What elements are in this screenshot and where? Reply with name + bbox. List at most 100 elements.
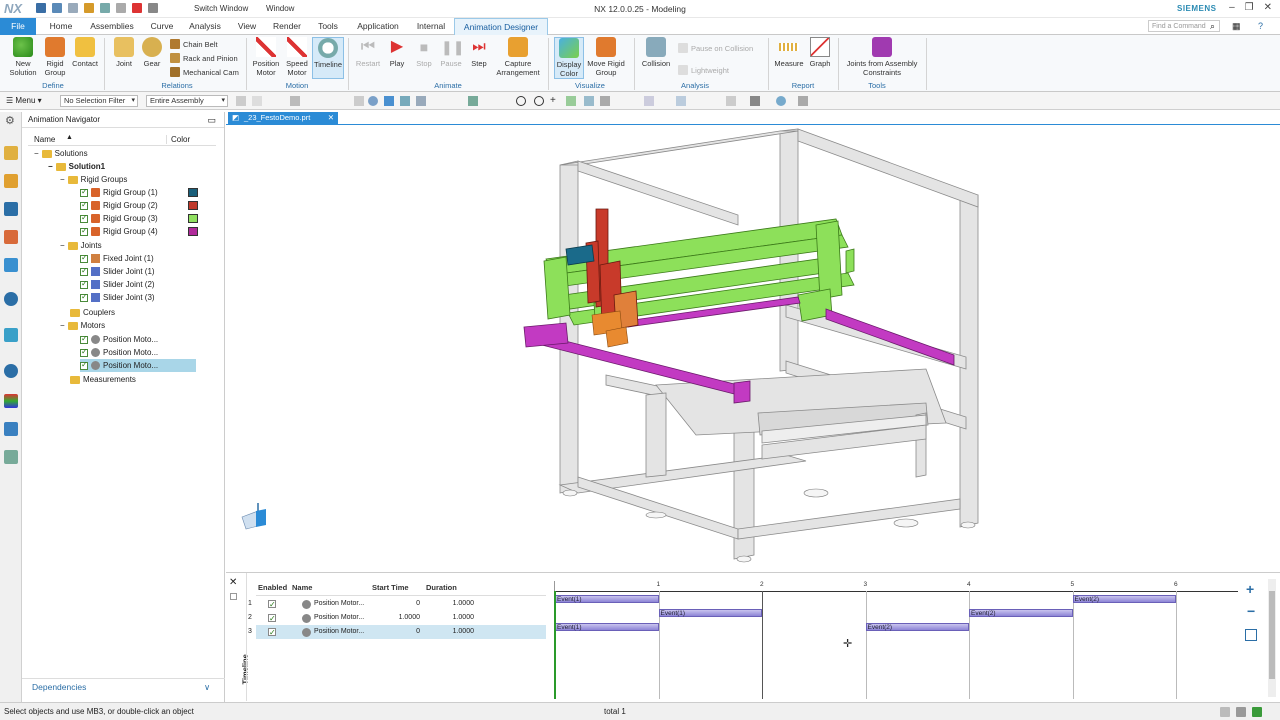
stop-button[interactable]: ■ Stop bbox=[412, 37, 436, 68]
collision-button[interactable]: Collision bbox=[640, 37, 672, 68]
checkbox[interactable] bbox=[80, 226, 88, 236]
tab-application[interactable]: Application bbox=[350, 18, 406, 35]
snap-point-icon[interactable] bbox=[400, 96, 410, 106]
play-icon[interactable] bbox=[132, 3, 142, 13]
timeline-scrollbar[interactable] bbox=[1268, 579, 1276, 697]
tab-home[interactable]: Home bbox=[42, 18, 80, 35]
close-icon[interactable]: ✕ bbox=[1264, 2, 1272, 13]
dependencies-panel[interactable]: Dependencies bbox=[32, 682, 211, 693]
tree-solutions[interactable]: − Solutions bbox=[34, 147, 88, 160]
tab-tools[interactable]: Tools bbox=[312, 18, 344, 35]
crosshair-icon[interactable]: + bbox=[550, 96, 560, 106]
selection-icon[interactable] bbox=[1220, 707, 1230, 717]
tree-joints[interactable]: − Joints bbox=[60, 239, 102, 252]
maximize-icon[interactable]: ▭ bbox=[207, 112, 216, 128]
selection-filter-dropdown[interactable]: No Selection Filter bbox=[60, 95, 138, 107]
enabled-checkbox[interactable] bbox=[268, 626, 276, 640]
measure-button[interactable]: Measure bbox=[772, 37, 806, 68]
tree-rigid-group-1[interactable]: Rigid Group (1) bbox=[80, 186, 158, 199]
file-tab[interactable]: File bbox=[0, 18, 36, 35]
part-navigator-icon[interactable] bbox=[4, 230, 18, 244]
line-icon[interactable] bbox=[416, 96, 426, 106]
step-button[interactable]: ⏭ Step bbox=[466, 37, 492, 68]
enabled-checkbox[interactable] bbox=[268, 598, 276, 612]
shaded-view-icon[interactable] bbox=[368, 96, 378, 106]
timeline-event[interactable]: Event(2) bbox=[1072, 595, 1176, 603]
color-swatch[interactable] bbox=[188, 188, 198, 197]
cube-view-icon[interactable] bbox=[384, 96, 394, 106]
clock-icon[interactable] bbox=[4, 364, 18, 378]
graphics-window[interactable] bbox=[226, 124, 1280, 570]
timeline-chart[interactable]: 123456 Event(1) Event(2) Event(1) Event(2) E… bbox=[554, 581, 1238, 699]
help-icon[interactable]: ? bbox=[1258, 21, 1263, 31]
zoom-in-icon[interactable]: + bbox=[1246, 581, 1254, 597]
checkbox[interactable] bbox=[80, 360, 88, 370]
update-icon[interactable] bbox=[1252, 707, 1262, 717]
tree-rigid-group-4[interactable]: Rigid Group (4) bbox=[80, 225, 158, 238]
gear-button[interactable]: Gear bbox=[140, 37, 164, 68]
menu-button[interactable]: ☰ Menu ▾ bbox=[6, 96, 42, 105]
system-scenes-icon[interactable] bbox=[4, 450, 18, 464]
tree-slider-joint-3[interactable]: Slider Joint (3) bbox=[80, 291, 155, 304]
display-mode-icon[interactable] bbox=[750, 96, 760, 106]
festo-gantry-model[interactable] bbox=[226, 125, 1280, 571]
color-swatch[interactable] bbox=[188, 227, 198, 236]
grid-icon[interactable] bbox=[726, 96, 736, 106]
chain-belt-button[interactable]: Chain Belt bbox=[170, 39, 218, 49]
undo-icon[interactable] bbox=[52, 3, 62, 13]
minimize-icon[interactable]: – bbox=[1229, 2, 1235, 13]
redo-icon[interactable] bbox=[68, 3, 78, 13]
tree-slider-joint-1[interactable]: Slider Joint (1) bbox=[80, 265, 155, 278]
header-start-time[interactable]: Start Time bbox=[372, 581, 409, 595]
tree-fixed-joint-1[interactable]: Fixed Joint (1) bbox=[80, 252, 154, 265]
document-tab[interactable]: ◩ _23_FestoDemo.prt ✕ bbox=[228, 112, 338, 124]
circle-icon[interactable] bbox=[534, 96, 544, 106]
tab-internal[interactable]: Internal bbox=[410, 18, 452, 35]
tree-solution1[interactable]: − Solution1 bbox=[48, 160, 105, 173]
more-icon[interactable] bbox=[798, 96, 808, 106]
checkbox[interactable] bbox=[80, 347, 88, 357]
joint-button[interactable]: Joint bbox=[112, 37, 136, 68]
collapse-icon[interactable]: − bbox=[60, 241, 65, 250]
collapse-icon[interactable]: − bbox=[60, 321, 65, 330]
tree-motors[interactable]: − Motors bbox=[60, 319, 105, 332]
header-enabled[interactable]: Enabled bbox=[258, 581, 287, 595]
play-button[interactable]: ▶ Play bbox=[384, 37, 410, 68]
timeline-event[interactable]: Event(2) bbox=[865, 623, 969, 631]
fit-icon[interactable] bbox=[1245, 629, 1257, 641]
restore-icon[interactable]: ❐ bbox=[1245, 2, 1254, 13]
close-timeline-icon[interactable]: ✕ bbox=[229, 577, 237, 588]
checkbox[interactable] bbox=[80, 292, 88, 302]
timeline-event[interactable]: Event(1) bbox=[658, 609, 762, 617]
collapse-icon[interactable]: − bbox=[48, 162, 53, 171]
tree-rigid-group-3[interactable]: Rigid Group (3) bbox=[80, 212, 158, 225]
tree-rigid-groups[interactable]: − Rigid Groups bbox=[60, 173, 127, 186]
curve-icon[interactable] bbox=[468, 96, 478, 106]
repeat-icon[interactable] bbox=[148, 3, 158, 13]
cut-icon[interactable] bbox=[84, 3, 94, 13]
palette-icon[interactable] bbox=[4, 394, 18, 408]
window-menu[interactable]: Window bbox=[266, 4, 294, 13]
web-browser-icon[interactable] bbox=[4, 292, 18, 306]
header-duration[interactable]: Duration bbox=[426, 581, 457, 595]
box-select-icon[interactable] bbox=[354, 96, 364, 106]
tab-animation-designer[interactable]: Animation Designer bbox=[454, 18, 548, 35]
copy-icon[interactable] bbox=[100, 3, 110, 13]
render-icon[interactable] bbox=[600, 96, 610, 106]
tab-curve[interactable]: Curve bbox=[144, 18, 180, 35]
history-icon[interactable] bbox=[4, 328, 18, 342]
tab-view[interactable]: View bbox=[232, 18, 262, 35]
snap-icon[interactable] bbox=[236, 96, 246, 106]
new-solution-button[interactable]: New Solution bbox=[6, 37, 40, 77]
timeline-event[interactable]: Event(2) bbox=[969, 609, 1073, 617]
pause-button[interactable]: ❚❚ Pause bbox=[438, 37, 464, 68]
animation-navigator-icon[interactable] bbox=[4, 146, 18, 160]
close-tab-icon[interactable]: ✕ bbox=[328, 112, 334, 124]
table-row[interactable]: 3 Position Motor... 0 1.0000 bbox=[248, 625, 546, 640]
pin-icon[interactable] bbox=[230, 593, 237, 600]
constraint-navigator-icon[interactable] bbox=[4, 202, 18, 216]
roles-icon[interactable] bbox=[4, 422, 18, 436]
sphere-icon[interactable] bbox=[776, 96, 786, 106]
scope-dropdown[interactable]: Entire Assembly bbox=[146, 95, 228, 107]
tree-position-motor-3[interactable]: Position Moto... bbox=[80, 359, 196, 372]
